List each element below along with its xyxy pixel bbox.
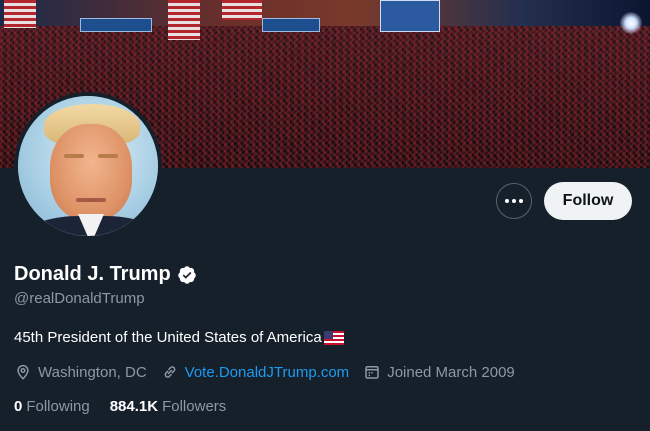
profile-joined: Joined March 2009 bbox=[363, 363, 515, 381]
avatar-face bbox=[50, 124, 132, 220]
website-link[interactable]: Vote.DonaldJTrump.com bbox=[185, 364, 350, 381]
banner-sign bbox=[262, 18, 320, 32]
profile-website[interactable]: Vote.DonaldJTrump.com bbox=[161, 363, 350, 381]
link-icon bbox=[164, 366, 176, 378]
following-count: 0 bbox=[14, 398, 23, 415]
more-icon bbox=[505, 199, 509, 203]
verified-badge-icon[interactable] bbox=[177, 265, 197, 285]
profile-name-row: Donald J. Trump bbox=[14, 263, 197, 286]
banner-flag bbox=[222, 0, 262, 20]
profile-stats: 0 Following 884.1K Followers bbox=[14, 398, 246, 415]
followers-label: Followers bbox=[162, 398, 227, 415]
profile-meta: Washington, DC Vote.DonaldJTrump.com Joi… bbox=[14, 363, 529, 381]
bio-text: 45th President of the United States of A… bbox=[14, 329, 322, 346]
avatar[interactable] bbox=[14, 92, 162, 240]
following-label: Following bbox=[26, 398, 90, 415]
banner-sign bbox=[380, 0, 440, 32]
us-flag-icon bbox=[323, 330, 344, 345]
banner-light bbox=[620, 12, 642, 34]
location-text: Washington, DC bbox=[38, 363, 147, 381]
profile-location: Washington, DC bbox=[14, 363, 147, 381]
more-icon bbox=[519, 199, 523, 203]
location-icon bbox=[17, 364, 29, 380]
more-icon bbox=[512, 199, 516, 203]
following-stat[interactable]: 0 Following bbox=[14, 398, 90, 415]
banner-sign bbox=[80, 18, 152, 32]
follow-button[interactable]: Follow bbox=[544, 182, 632, 220]
banner-flag bbox=[168, 0, 200, 40]
followers-count: 884.1K bbox=[109, 398, 159, 415]
avatar-mouth bbox=[76, 198, 106, 202]
banner-flag bbox=[4, 0, 36, 28]
joined-text: Joined March 2009 bbox=[387, 363, 515, 381]
profile-bio: 45th President of the United States of A… bbox=[14, 329, 344, 346]
calendar-icon bbox=[365, 366, 379, 379]
avatar-brow bbox=[64, 154, 84, 158]
followers-stat[interactable]: 884.1K Followers bbox=[110, 398, 227, 415]
profile-handle: @realDonaldTrump bbox=[14, 290, 145, 307]
more-options-button[interactable] bbox=[496, 183, 532, 219]
avatar-brow bbox=[98, 154, 118, 158]
profile-name: Donald J. Trump bbox=[14, 263, 171, 285]
